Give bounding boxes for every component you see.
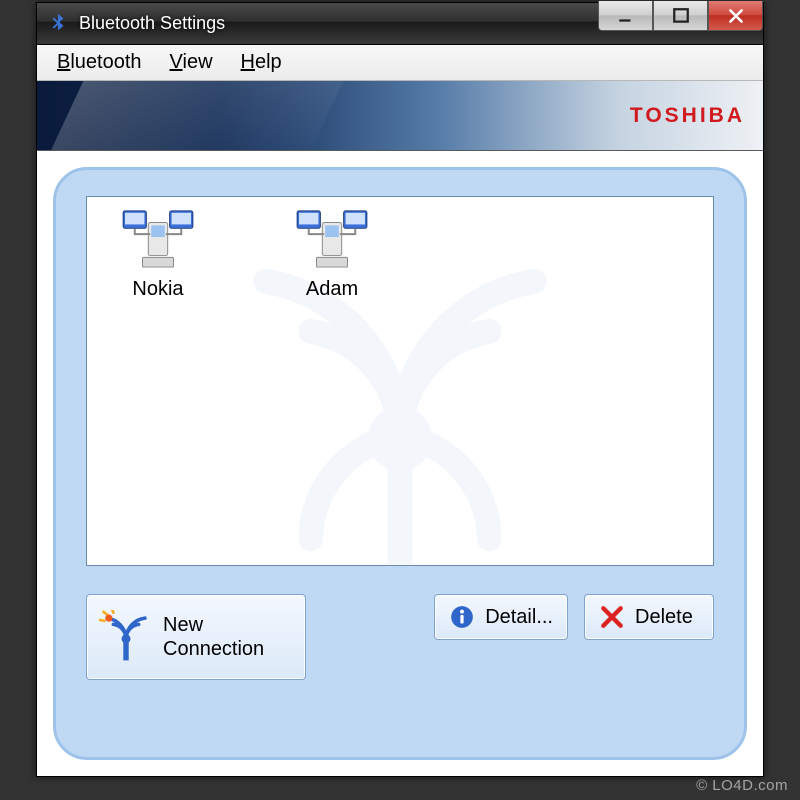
device-network-icon [119, 254, 197, 273]
titlebar[interactable]: Bluetooth Settings [37, 3, 763, 45]
menubar: Bluetooth View Help [37, 45, 763, 81]
brand-logo: TOSHIBA [630, 104, 745, 128]
button-label: New Connection [163, 613, 264, 661]
close-button[interactable] [708, 1, 763, 31]
menu-bluetooth[interactable]: Bluetooth [43, 47, 156, 78]
window-title: Bluetooth Settings [79, 13, 225, 34]
device-list[interactable]: Nokia [86, 196, 714, 566]
device-item[interactable]: Adam [277, 207, 387, 301]
site-watermark: © LO4D.com [696, 777, 788, 794]
device-label: Adam [277, 278, 387, 301]
main-panel: Nokia [53, 167, 747, 760]
delete-button[interactable]: Delete [584, 594, 714, 640]
antenna-icon [99, 610, 153, 664]
bluetooth-icon [47, 13, 69, 35]
button-label: Delete [635, 606, 693, 629]
button-label: Detail... [485, 606, 553, 629]
button-row: New Connection Detail... Delete [86, 594, 714, 680]
window-controls [598, 1, 763, 31]
app-window: Bluetooth Settings Bluetooth View Help T… [36, 2, 764, 777]
device-item[interactable]: Nokia [103, 207, 213, 301]
info-icon [449, 604, 475, 630]
device-label: Nokia [103, 278, 213, 301]
menu-help[interactable]: Help [227, 47, 296, 78]
minimize-button[interactable] [598, 1, 653, 31]
delete-x-icon [599, 604, 625, 630]
maximize-button[interactable] [653, 1, 708, 31]
client-area: Nokia [47, 161, 753, 766]
device-network-icon [293, 254, 371, 273]
brand-banner: TOSHIBA [37, 81, 763, 151]
new-connection-button[interactable]: New Connection [86, 594, 306, 680]
detail-button[interactable]: Detail... [434, 594, 568, 640]
menu-view[interactable]: View [156, 47, 227, 78]
